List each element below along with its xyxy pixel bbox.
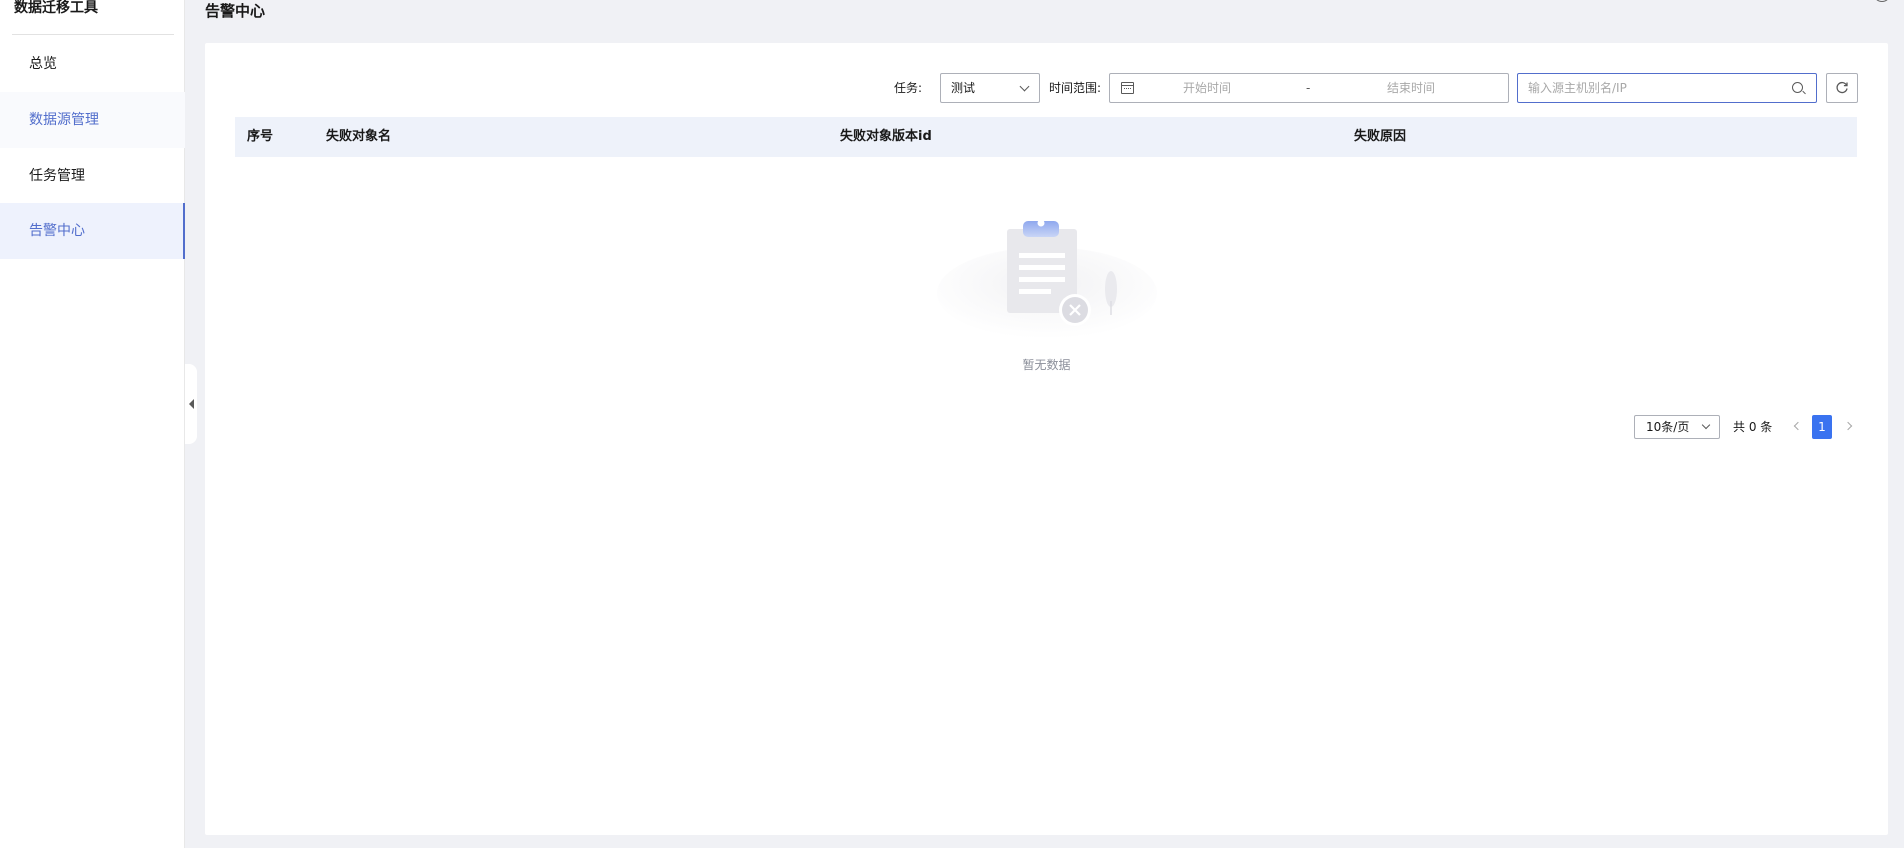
refresh-icon [1836,81,1848,94]
sidebar-divider [12,34,174,35]
column-header-index: 序号 [247,129,274,144]
column-header-version-id: 失败对象版本id [840,129,932,144]
search-icon[interactable] [1792,82,1803,93]
sidebar-item-overview[interactable]: 总览 [0,36,185,92]
column-header-reason: 失败原因 [1354,129,1407,144]
empty-text: 暂无数据 [1022,358,1071,372]
page-title: 告警中心 [205,2,266,20]
page-size-select[interactable]: 10条/页 [1634,415,1720,439]
search-input[interactable] [1517,73,1817,103]
task-select-value: 测试 [951,81,976,95]
date-range-picker[interactable]: 开始时间 - 结束时间 [1109,73,1509,103]
table-header: 序号 失败对象名 失败对象版本id 失败原因 [235,117,1857,157]
page-number-button[interactable]: 1 [1812,415,1832,439]
sidebar-item-tasks[interactable]: 任务管理 [0,148,185,204]
chevron-left-icon[interactable] [1793,421,1803,431]
app-title: 数据迁移工具 [14,0,98,16]
filter-toolbar: 任务: 测试 时间范围: 开始时间 - 结束时间 [205,73,1888,103]
task-select[interactable]: 测试 [940,73,1040,103]
column-header-object-name: 失败对象名 [326,129,392,144]
range-end-input[interactable]: 结束时间 [1387,74,1435,102]
chevron-down-icon [1019,81,1030,92]
page-size-value: 10条/页 [1646,420,1690,434]
caret-left-icon [188,399,194,409]
sidebar: 数据迁移工具 总览 数据源管理 任务管理 告警中心 [0,0,185,848]
sidebar-collapse-handle[interactable] [185,364,197,444]
refresh-button[interactable] [1826,73,1858,103]
time-range-label: 时间范围: [1049,81,1102,95]
range-start-input[interactable]: 开始时间 [1183,74,1231,102]
calendar-icon [1121,82,1134,94]
user-icon[interactable] [1874,0,1890,2]
sidebar-item-datasource[interactable]: 数据源管理 [0,92,185,148]
main-card: 任务: 测试 时间范围: 开始时间 - 结束时间 序号 失败对象名 失败对象版本… [205,43,1888,835]
range-separator: - [1306,81,1311,95]
empty-data-icon [937,219,1157,339]
task-label: 任务: [894,81,923,95]
chevron-down-icon [1701,420,1711,430]
pagination: 10条/页 共 0 条 1 [205,415,1888,439]
total-count: 共 0 条 [1733,420,1773,434]
sidebar-item-alerts[interactable]: 告警中心 [0,203,185,259]
chevron-right-icon[interactable] [1843,421,1853,431]
